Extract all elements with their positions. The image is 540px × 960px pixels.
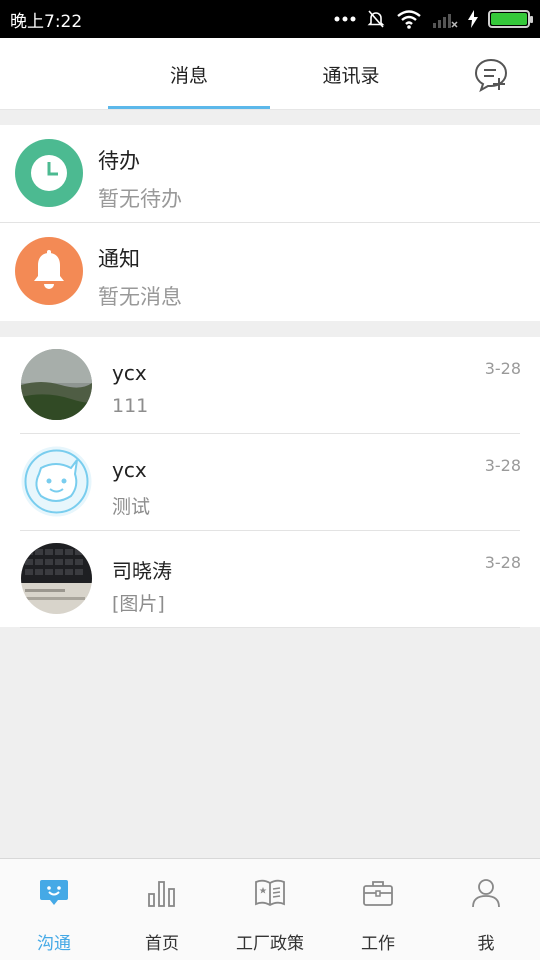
notification-row[interactable]: 通知 暂无消息 (0, 223, 540, 321)
keyboard-photo-icon (21, 543, 92, 614)
chat-name: ycx (112, 458, 147, 482)
chat-list: ycx 111 3-28 ycx 测试 3-28 司晓涛 [图片] 3-28 (0, 337, 540, 628)
bell-icon (34, 250, 64, 289)
chat-last-message: 测试 (112, 496, 151, 518)
avatar (21, 446, 92, 517)
todo-avatar (15, 139, 83, 207)
notification-avatar (15, 237, 83, 305)
nav-factory-policy-label: 工厂政策 (236, 934, 304, 954)
tab-messages-label: 消息 (169, 64, 208, 87)
system-items-section: 待办 暂无待办 通知 暂无消息 (0, 125, 540, 321)
chat-name: 司晓涛 (112, 559, 172, 583)
new-chat-icon[interactable] (472, 56, 510, 94)
landscape-photo-icon (21, 349, 92, 420)
signal-icon (433, 14, 458, 28)
nav-communication[interactable]: 沟通 (0, 859, 108, 960)
mute-bell-icon (367, 10, 385, 28)
nav-home-label: 首页 (145, 934, 179, 954)
briefcase-icon (360, 875, 396, 911)
more-dots-icon (334, 16, 356, 22)
status-bar: 晚上7:22 (0, 0, 540, 38)
status-time: 晚上7:22 (10, 11, 83, 32)
status-icons (334, 9, 533, 29)
chat-last-message: [图片] (112, 593, 165, 615)
clock-icon (31, 155, 67, 191)
todo-row[interactable]: 待办 暂无待办 (0, 125, 540, 223)
tab-messages[interactable]: 消息 (108, 38, 270, 110)
active-tab-indicator (108, 106, 270, 109)
bottom-nav: 沟通 首页 工厂政策 工作 我 (0, 858, 540, 960)
avatar (21, 349, 92, 420)
nav-factory-policy[interactable]: 工厂政策 (216, 859, 324, 960)
chat-item[interactable]: ycx 111 3-28 (0, 337, 540, 434)
chat-icon (36, 875, 72, 911)
charging-icon (468, 10, 478, 28)
chat-name: ycx (112, 361, 147, 385)
notification-title: 通知 (98, 247, 140, 271)
tab-contacts-label: 通讯录 (322, 64, 380, 87)
nav-me-label: 我 (477, 934, 495, 954)
smiley-avatar-icon (21, 446, 92, 517)
todo-subtitle: 暂无待办 (98, 187, 182, 211)
battery-icon (488, 10, 533, 28)
nav-work-label: 工作 (361, 934, 395, 954)
nav-communication-label: 沟通 (37, 934, 71, 954)
top-tab-bar: 消息 通讯录 (0, 38, 540, 110)
todo-title: 待办 (98, 149, 140, 173)
chat-date: 3-28 (484, 456, 521, 475)
bar-chart-icon (144, 875, 180, 911)
nav-work[interactable]: 工作 (324, 859, 432, 960)
avatar (21, 543, 92, 614)
wifi-icon (397, 10, 421, 29)
person-icon (468, 875, 504, 911)
nav-home[interactable]: 首页 (108, 859, 216, 960)
book-icon (252, 875, 288, 911)
chat-date: 3-28 (484, 553, 521, 572)
chat-item[interactable]: ycx 测试 3-28 (0, 434, 540, 531)
chat-item[interactable]: 司晓涛 [图片] 3-28 (0, 531, 540, 628)
tab-contacts[interactable]: 通讯录 (270, 38, 432, 110)
chat-date: 3-28 (484, 359, 521, 378)
notification-subtitle: 暂无消息 (98, 285, 182, 309)
nav-me[interactable]: 我 (432, 859, 540, 960)
chat-last-message: 111 (112, 395, 149, 417)
divider (20, 627, 520, 628)
